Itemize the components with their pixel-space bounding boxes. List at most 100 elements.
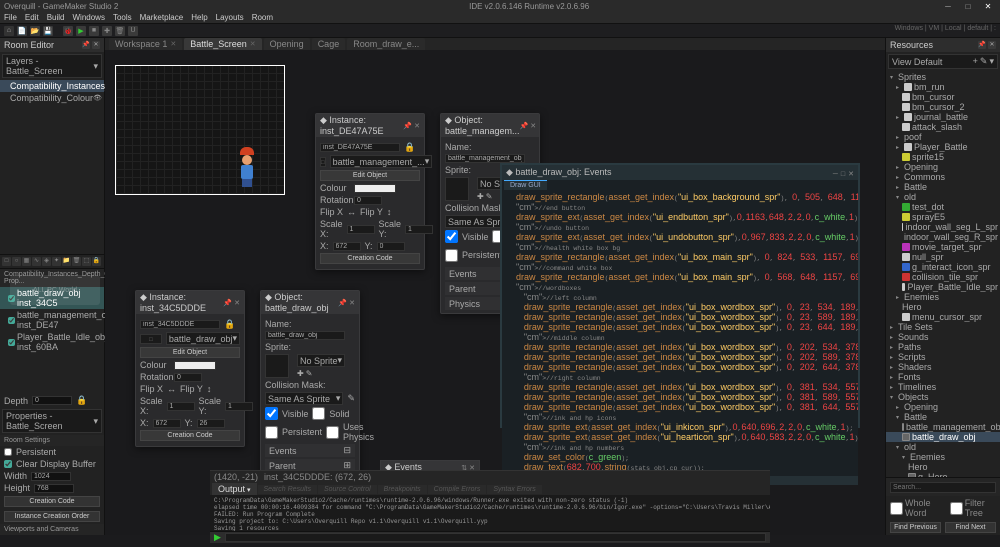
inst-name-input[interactable] <box>320 143 400 152</box>
inherit-icon[interactable]: ⬚ <box>82 257 91 266</box>
menu-file[interactable]: File <box>4 13 17 22</box>
res-movie-target[interactable]: movie_target_spr <box>886 242 1000 252</box>
tab-search-results[interactable]: Search Results <box>258 485 317 494</box>
resource-tree[interactable]: ▾Sprites ▸bm_run bm_cursor bm_cursor_2 ▸… <box>886 71 1000 477</box>
menu-layouts[interactable]: Layouts <box>216 13 244 22</box>
res-player-battle[interactable]: ▸Player_Battle <box>886 142 1000 152</box>
res-spraye5[interactable]: sprayE5 <box>886 212 1000 222</box>
obj-dropdown[interactable]: battle_management_...▾ <box>330 155 433 168</box>
find-next-button[interactable]: Find Next <box>945 522 996 533</box>
res-battle[interactable]: ▸Battle <box>886 182 1000 192</box>
cache-icon[interactable]: 🗑 <box>115 26 125 36</box>
collision-dropdown[interactable]: Same As Sprite▾ <box>265 392 343 405</box>
home-icon[interactable]: ⌂ <box>4 26 14 36</box>
res-test-dot[interactable]: test_dot <box>886 202 1000 212</box>
persistent-check[interactable] <box>265 426 278 439</box>
game-options-icon[interactable]: U <box>128 26 138 36</box>
visible-check[interactable] <box>445 230 458 243</box>
tab-output[interactable]: Output ▾ <box>212 483 257 495</box>
tab-opening[interactable]: Opening <box>264 38 310 50</box>
flipy-icon[interactable]: ↕ <box>207 384 212 394</box>
edit-icon[interactable]: ✎ <box>980 56 988 67</box>
events-section[interactable]: Events⊟ <box>265 444 355 457</box>
tab-room-draw[interactable]: Room_draw_e... <box>347 38 425 50</box>
tab-source-control[interactable]: Source Control <box>318 485 377 494</box>
inst-battle-draw[interactable]: battle_draw_obj inst_34C5 <box>0 287 104 309</box>
code-tab-draw-gui[interactable]: Draw GUI <box>504 180 547 190</box>
folder-icon[interactable]: 📁 <box>62 257 71 266</box>
run-icon[interactable]: ▶ <box>76 26 86 36</box>
persistent-check[interactable] <box>4 448 12 456</box>
add-fx-icon[interactable]: ✦ <box>52 257 61 266</box>
res-menu-cursor[interactable]: menu_cursor_spr <box>886 312 1000 322</box>
colour-picker[interactable] <box>354 184 396 193</box>
delete-icon[interactable]: 🗑 <box>72 257 81 266</box>
code-window[interactable]: ◆ battle_draw_obj: Events─□✕ Draw GUI dr… <box>500 163 860 428</box>
edit-sprite-icon[interactable]: ✎ <box>306 369 313 378</box>
creation-code-button[interactable]: Creation Code <box>4 496 100 507</box>
flipx-icon[interactable]: ↔ <box>347 207 356 217</box>
room-settings[interactable]: Room Settings <box>0 435 104 446</box>
filter-tree-check[interactable] <box>950 502 963 515</box>
lock-icon[interactable]: 🔒 <box>92 257 101 266</box>
res-indoor-wall-r[interactable]: indoor_wall_seg_R_spr <box>886 232 1000 242</box>
resource-search-input[interactable] <box>890 482 996 493</box>
res-sprite15[interactable]: sprite15 <box>886 152 1000 162</box>
res-indoor-wall-l[interactable]: indoor_wall_seg_L_spr <box>886 222 1000 232</box>
close-icon[interactable]: ✕ <box>980 2 996 11</box>
res-hero[interactable]: Hero <box>886 302 1000 312</box>
res-bm-cursor[interactable]: bm_cursor <box>886 92 1000 102</box>
res-bm-run[interactable]: ▸bm_run <box>886 82 1000 92</box>
depth-input[interactable] <box>32 396 72 405</box>
flipy-icon[interactable]: ↕ <box>387 207 392 217</box>
obj-name-input[interactable] <box>445 154 525 163</box>
edit-object-button[interactable]: Edit Object <box>140 347 240 358</box>
menu-marketplace[interactable]: Marketplace <box>140 13 184 22</box>
new-sprite-icon[interactable]: ✚ <box>477 192 484 201</box>
workspace[interactable]: ◆ Instance: inst_DE47A75E📌✕ 🔒 □battle_ma… <box>105 50 885 535</box>
viewports[interactable]: Viewports and Cameras <box>0 524 104 535</box>
instance-order-button[interactable]: Instance Creation Order <box>4 511 100 522</box>
layers-dropdown[interactable]: Layers - Battle_Screen▾ <box>2 54 102 78</box>
pin-icon[interactable]: 📌 <box>82 41 90 49</box>
obj-dropdown[interactable]: battle_draw_obj▾ <box>166 332 240 345</box>
sprite-player[interactable] <box>236 161 258 197</box>
view-dropdown[interactable]: View Default+✎▾ <box>888 54 998 69</box>
add-path-icon[interactable]: ∿ <box>32 257 41 266</box>
lock-icon[interactable]: 🔒 <box>404 142 415 153</box>
res-bm-cursor2[interactable]: bm_cursor_2 <box>886 102 1000 112</box>
menu-windows[interactable]: Windows <box>72 13 104 22</box>
tab-battle-screen[interactable]: Battle_Screen✕ <box>184 38 261 50</box>
menu-tools[interactable]: Tools <box>113 13 132 22</box>
rotation-input[interactable] <box>354 196 382 205</box>
minimize-icon[interactable]: ─ <box>940 2 956 11</box>
new-sprite-icon[interactable]: ✚ <box>297 369 304 378</box>
properties-header[interactable]: Properties - Battle_Screen▾ <box>2 409 102 433</box>
layer-compat-instances[interactable]: Compatibility_Instances_Dep...👁 <box>0 80 104 92</box>
sprite-dropdown[interactable]: No Sprite▾ <box>297 354 345 367</box>
tab-breakpoints[interactable]: Breakpoints <box>378 485 427 494</box>
inst-player-battle[interactable]: Player_Battle_Idle_obj inst_60BA <box>0 331 104 353</box>
res-poof[interactable]: ▸poof <box>886 132 1000 142</box>
add-tile-icon[interactable]: ▦ <box>22 257 31 266</box>
height-input[interactable] <box>34 484 74 493</box>
output-console[interactable]: C:\ProgramData\GameMakerStudio2/Cache/ru… <box>210 495 770 531</box>
persistent-check[interactable] <box>445 249 458 262</box>
creation-code-button[interactable]: Creation Code <box>140 430 240 441</box>
code-editor[interactable]: draw_sprite_rectangle(asset_get_index("u… <box>502 190 858 476</box>
res-bd-obj[interactable]: battle_draw_obj <box>886 432 1000 442</box>
find-prev-button[interactable]: Find Previous <box>890 522 941 533</box>
debug-icon[interactable]: 🐞 <box>63 26 73 36</box>
clean-icon[interactable]: ✚ <box>102 26 112 36</box>
tab-workspace[interactable]: Workspace 1✕ <box>109 38 182 50</box>
new-icon[interactable]: 📄 <box>17 26 27 36</box>
colour-picker[interactable] <box>174 361 216 370</box>
tab-cage[interactable]: Cage <box>312 38 346 50</box>
edit-icon[interactable]: ✎ <box>347 393 355 404</box>
edit-sprite-icon[interactable]: ✎ <box>486 192 493 201</box>
res-attack-slash[interactable]: attack_slash <box>886 122 1000 132</box>
add-asset-icon[interactable]: ◈ <box>42 257 51 266</box>
add-bg-icon[interactable]: □ <box>2 257 11 266</box>
stop-icon[interactable]: ■ <box>89 26 99 36</box>
res-interact-icon[interactable]: g_interact_icon_spr <box>886 262 1000 272</box>
